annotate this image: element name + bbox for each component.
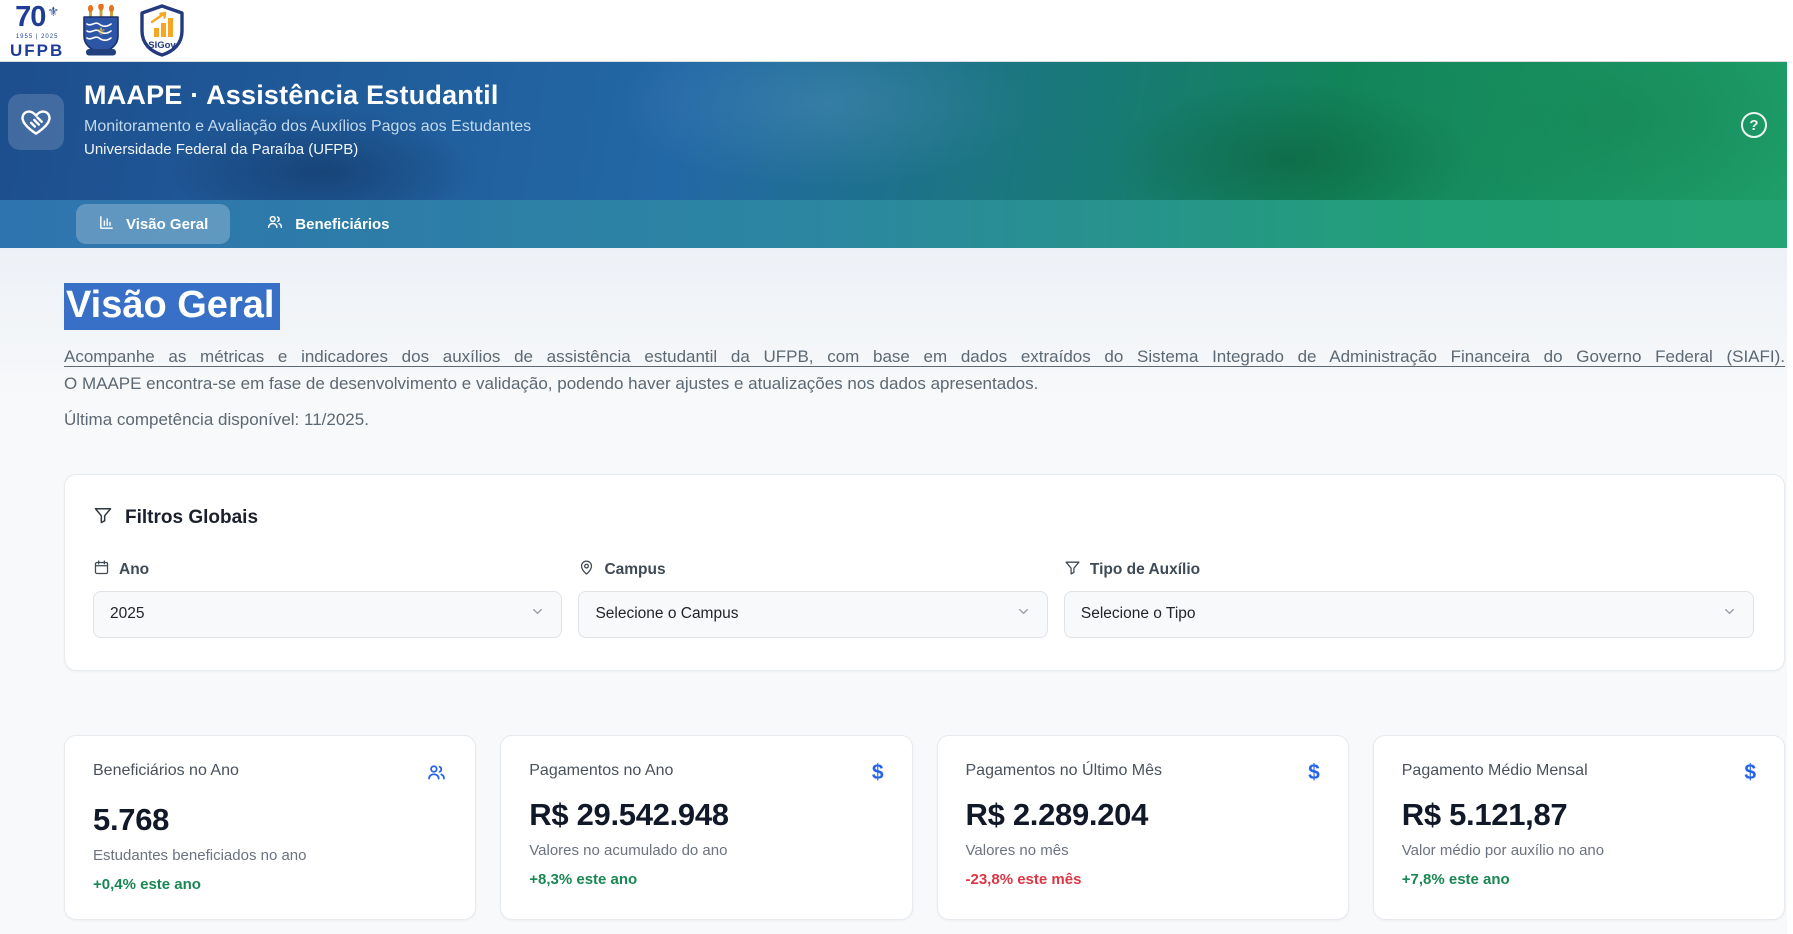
filter-label: Tipo de Auxílio [1090,561,1200,579]
kpi-delta: +7,8% este ano [1402,871,1756,888]
kpi-label: Pagamentos no Ano [529,762,673,780]
kpi-label: Beneficiários no Ano [93,762,239,780]
kpi-delta: +8,3% este ano [529,871,883,888]
dollar-icon: $ [872,762,884,783]
last-competency-text: Última competência disponível: 11/2025. [64,410,1785,430]
kpi-description: Valores no acumulado do ano [529,842,883,859]
kpi-label: Pagamentos no Último Mês [966,762,1163,780]
campus-select-value: Selecione o Campus [595,605,738,623]
global-filters-card: Filtros Globais Ano 2025 [64,474,1785,671]
sigov-logo: SIGov [138,4,186,58]
scrollbar-track[interactable] [1787,0,1793,934]
tab-beneficiarios[interactable]: Beneficiários [244,204,411,244]
kpi-delta: +0,4% este ano [93,876,447,893]
kpi-cards-row: Beneficiários no Ano 5.768 Estudantes be… [64,735,1785,920]
app-title: MAAPE · Assistência Estudantil [84,80,531,111]
filter-field-tipo-auxilio: Tipo de Auxílio Selecione o Tipo [1064,559,1754,638]
dollar-icon: $ [1744,762,1756,783]
filter-label: Campus [604,561,665,579]
app-subtitle: Monitoramento e Avaliação dos Auxílios P… [84,118,531,136]
institution-name: Universidade Federal da Paraíba (UFPB) [84,141,531,158]
page-description-rest: O MAAPE encontra-se em fase de desenvolv… [64,374,1038,393]
hero-header: MAAPE · Assistência Estudantil Monitoram… [0,62,1793,200]
ufpb-70-number: 70 [15,3,45,32]
sigov-label: SIGov [149,40,177,51]
calendar-icon [93,559,110,581]
filter-field-campus: Campus Selecione o Campus [578,559,1047,638]
kpi-card-pagamentos-ano: Pagamentos no Ano $ R$ 29.542.948 Valore… [500,735,912,920]
ufpb-crest-logo: ⚜ [80,4,122,58]
main-nav: Visão Geral Beneficiários [0,200,1793,248]
kpi-value: R$ 29.542.948 [529,797,883,833]
help-icon[interactable]: ? [1741,112,1767,138]
bar-chart-icon [98,214,115,235]
dollar-icon: $ [1308,762,1320,783]
kpi-card-pagamentos-ultimo-mes: Pagamentos no Último Mês $ R$ 2.289.204 … [937,735,1349,920]
kpi-card-pagamento-medio-mensal: Pagamento Médio Mensal $ R$ 5.121,87 Val… [1373,735,1785,920]
kpi-description: Estudantes beneficiados no ano [93,847,447,864]
chevron-down-icon [1016,604,1031,624]
kpi-value: 5.768 [93,802,447,838]
kpi-value: R$ 2.289.204 [966,797,1320,833]
tipo-auxilio-select[interactable]: Selecione o Tipo [1064,591,1754,638]
chevron-down-icon [1722,604,1737,624]
tipo-auxilio-select-value: Selecione o Tipo [1081,605,1196,623]
filter-icon [1064,559,1081,581]
filter-icon [93,505,113,531]
filter-field-ano: Ano 2025 [93,559,562,638]
page-description: Acompanhe as métricas e indicadores dos … [64,343,1785,397]
hero-text-block: MAAPE · Assistência Estudantil Monitoram… [84,80,531,158]
kpi-description: Valor médio por auxílio no ano [1402,842,1756,859]
svg-text:⚜: ⚜ [96,26,106,38]
tab-visao-geral[interactable]: Visão Geral [76,204,230,244]
fleur-de-lis-icon: ⚜ [47,5,59,18]
page-description-underlined: Acompanhe as métricas e indicadores dos … [64,343,1785,370]
tab-label: Visão Geral [126,216,208,233]
heart-hand-icon [8,94,64,150]
year-select[interactable]: 2025 [93,591,562,638]
campus-select[interactable]: Selecione o Campus [578,591,1047,638]
kpi-value: R$ 5.121,87 [1402,797,1756,833]
year-select-value: 2025 [110,605,144,623]
kpi-description: Valores no mês [966,842,1320,859]
ufpb-70-sigla: UFPB [10,42,64,59]
page-title: Visão Geral [64,248,1785,330]
kpi-delta: -23,8% este mês [966,871,1320,888]
tab-label: Beneficiários [295,216,389,233]
page-title-selected-text: Visão Geral [64,283,280,330]
top-logo-bar: 70 ⚜ 1955 | 2025 UFPB ⚜ [0,0,1793,62]
ufpb-70-logo: 70 ⚜ 1955 | 2025 UFPB [10,3,64,59]
main-content: Visão Geral Acompanhe as métricas e indi… [0,248,1793,934]
filters-title: Filtros Globais [125,507,258,529]
kpi-label: Pagamento Médio Mensal [1402,762,1588,780]
kpi-card-beneficiarios-ano: Beneficiários no Ano 5.768 Estudantes be… [64,735,476,920]
ufpb-70-years: 1955 | 2025 [16,34,59,40]
map-pin-icon [578,559,595,581]
filter-label: Ano [119,561,149,579]
chevron-down-icon [530,604,545,624]
users-icon [426,762,447,788]
users-icon [266,213,284,235]
